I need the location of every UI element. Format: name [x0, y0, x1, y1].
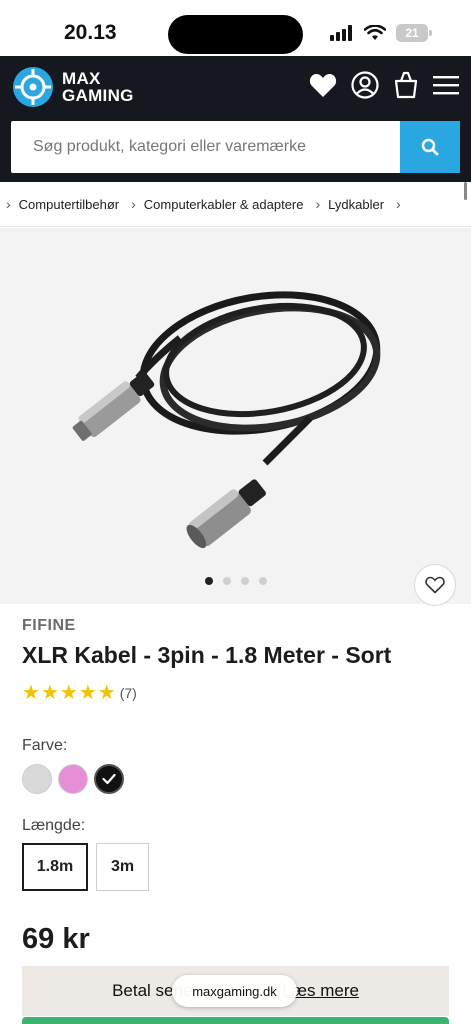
- product-gallery[interactable]: [0, 228, 471, 606]
- color-swatch-black[interactable]: [94, 764, 124, 794]
- product-price: 69 kr: [22, 923, 90, 955]
- bag-icon[interactable]: [393, 71, 419, 99]
- header-actions: [309, 71, 459, 99]
- user-icon[interactable]: [351, 71, 379, 99]
- search-icon: [421, 138, 439, 156]
- status-bar: 20.13 21: [0, 0, 471, 56]
- breadcrumb-link[interactable]: Computerkabler & adaptere: [144, 197, 304, 212]
- product-brand[interactable]: FIFINE: [22, 617, 76, 635]
- breadcrumb-link[interactable]: Lydkabler: [328, 197, 384, 212]
- length-option-3m[interactable]: 3m: [96, 843, 149, 891]
- breadcrumb-chevron-icon: ›: [315, 196, 321, 212]
- wishlist-button[interactable]: [414, 564, 456, 606]
- scroll-indicator[interactable]: [464, 182, 467, 200]
- check-icon: [102, 773, 116, 785]
- crosshair-logo-icon: [13, 67, 53, 107]
- breadcrumb-chevron-icon: ›: [131, 196, 136, 212]
- length-options: 1.8m 3m: [22, 843, 149, 891]
- logo-text: MAX GAMING: [62, 70, 134, 104]
- add-to-cart-button[interactable]: [22, 1017, 449, 1024]
- logo-line-2: GAMING: [62, 86, 134, 105]
- length-label: Længde:: [22, 817, 86, 834]
- search-bar: [11, 121, 460, 173]
- rating-count: (7): [119, 685, 137, 701]
- breadcrumb: › Computertilbehør › Computerkabler & ad…: [0, 182, 471, 227]
- product-title: XLR Kabel - 3pin - 1.8 Meter - Sort: [22, 642, 392, 668]
- status-time: 20.13: [64, 21, 117, 44]
- star-icon: ★: [97, 682, 116, 704]
- status-icons: 21: [330, 24, 432, 42]
- signal-icon: [330, 25, 352, 41]
- heart-icon[interactable]: [309, 72, 337, 98]
- product-rating[interactable]: ★ ★ ★ ★ ★ (7): [22, 683, 137, 703]
- star-icon: ★: [22, 682, 40, 704]
- gallery-dot[interactable]: [204, 577, 213, 585]
- logo-line-1: MAX: [62, 69, 101, 88]
- browser-url-pill[interactable]: maxgaming.dk: [172, 975, 297, 1007]
- gallery-dot[interactable]: [258, 577, 267, 585]
- site-header: MAX GAMING: [0, 56, 471, 182]
- breadcrumb-chevron-icon: ›: [396, 196, 401, 212]
- color-label: Farve:: [22, 737, 68, 754]
- product-image[interactable]: [60, 278, 400, 558]
- breadcrumb-chevron-icon: ›: [6, 196, 11, 212]
- gallery-dot[interactable]: [240, 577, 249, 585]
- site-logo[interactable]: MAX GAMING: [12, 66, 134, 108]
- star-icon: ★: [78, 682, 97, 704]
- heart-outline-icon: [425, 576, 445, 594]
- search-input[interactable]: [11, 121, 400, 173]
- star-icon: ★: [59, 682, 78, 704]
- length-option-1-8m[interactable]: 1.8m: [22, 843, 88, 891]
- color-swatch-grey[interactable]: [22, 764, 52, 794]
- gallery-dot[interactable]: [222, 577, 231, 585]
- gallery-pagination: [0, 577, 471, 585]
- color-swatch-pink[interactable]: [58, 764, 88, 794]
- wifi-icon: [364, 25, 386, 40]
- color-swatches: [22, 764, 124, 794]
- search-button[interactable]: [400, 121, 460, 173]
- breadcrumb-link[interactable]: Computertilbehør: [19, 197, 119, 212]
- menu-icon[interactable]: [433, 74, 459, 96]
- battery-indicator: 21: [396, 24, 432, 42]
- star-icon: ★: [40, 682, 59, 704]
- dynamic-island: [168, 15, 303, 54]
